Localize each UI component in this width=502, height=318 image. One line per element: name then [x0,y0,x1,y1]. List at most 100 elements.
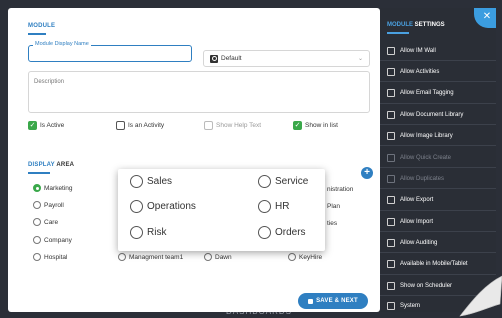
layout-icon [210,54,218,63]
setting-label: Available in Mobile/Tablet [400,261,468,267]
setting-allow-activities[interactable]: Allow Activities [380,68,496,76]
display-area-partial-label: nistration [327,186,354,193]
display-area-option-care[interactable]: Care [33,218,58,226]
display-area-underline [28,172,50,174]
setting-allow-document-library[interactable]: Allow Document Library [380,111,496,119]
setting-label: Allow IM Wall [400,48,436,54]
checkbox-box-icon [204,121,213,130]
checkbox-box-icon [387,218,395,226]
setting-available-in-mobile-tablet[interactable]: Available in Mobile/Tablet [380,260,496,268]
display-area-option-keyhire[interactable]: KeyHire [288,253,322,261]
display-area-option-label: Company [44,236,72,244]
show-in-list-checkbox[interactable]: ✓ Show in list [293,121,338,130]
save-and-next-label: SAVE & NEXT [316,298,358,304]
popup-option-sales[interactable]: Sales [130,175,172,188]
display-area-option-label: Hospital [44,253,68,261]
module-section-label: MODULE [28,23,55,29]
setting-label: System [400,303,421,309]
display-area-label-prefix: DISPLAY [28,162,55,168]
settings-title-underline [387,32,409,34]
display-area-section-label: DISPLAY AREA [28,162,74,168]
setting-label: Allow Quick Create [400,155,452,161]
save-and-next-button[interactable]: SAVE & NEXT [298,293,368,309]
display-area-option-label: Marketing [44,184,73,192]
checkbox-box-icon [116,121,125,130]
setting-allow-duplicates[interactable]: Allow Duplicates [380,175,496,183]
setting-allow-import[interactable]: Allow Import [380,218,496,226]
display-area-option-managment-team1[interactable]: Managment team1 [118,253,183,261]
radio-icon [258,226,271,239]
settings-divider [380,145,496,146]
setting-label: Allow Export [400,197,434,203]
is-an-activity-checkbox[interactable]: Is an Activity [116,121,164,130]
popup-option-service[interactable]: Service [258,175,308,188]
radio-icon [33,218,41,226]
page-curl-icon [456,274,502,318]
display-area-option-hospital[interactable]: Hospital [33,253,67,261]
popup-option-label: Risk [147,227,167,238]
popup-option-label: Sales [147,176,173,187]
checkbox-box-icon [387,260,395,268]
add-display-area-button[interactable]: + [361,167,373,179]
settings-divider [380,81,496,82]
radio-icon [288,253,296,261]
checkbox-box-icon [387,68,395,76]
show-help-text-checkbox[interactable]: Show Help Text [204,121,261,130]
check-icon: ✓ [293,121,302,130]
settings-divider [380,167,496,168]
radio-icon [130,226,143,239]
setting-allow-image-library[interactable]: Allow Image Library [380,132,496,140]
checkbox-box-icon [387,89,395,97]
module-section-text: MODULE [28,23,56,29]
display-area-option-dawn[interactable]: Dawn [204,253,232,261]
checkbox-box-icon [387,175,395,183]
module-display-name-label: Module Display Name [33,41,91,47]
setting-label: Allow Import [400,219,434,225]
radio-icon [130,200,143,213]
setting-allow-auditing[interactable]: Allow Auditing [380,239,496,247]
setting-allow-im-wall[interactable]: Allow IM Wall [380,47,496,55]
description-placeholder: Description [34,79,65,85]
display-area-option-label: Payroll [44,201,64,209]
radio-icon [33,236,41,244]
show-in-list-label: Show in list [305,122,338,129]
description-textarea[interactable]: Description [28,71,370,113]
display-area-option-company[interactable]: Company [33,236,72,244]
chevron-down-icon: ⌄ [357,56,363,62]
save-icon [308,298,314,304]
display-area-option-payroll[interactable]: Payroll [33,201,64,209]
display-area-label-suffix: AREA [54,162,75,168]
display-area-partial-label: Plan [327,203,341,210]
default-select[interactable]: Default ⌄ [203,50,370,67]
default-select-value: Default [221,55,242,62]
settings-divider [380,231,496,232]
display-area-option-marketing[interactable]: Marketing [33,184,73,192]
is-active-checkbox[interactable]: ✓ Is Active [28,121,64,130]
module-section-underline [28,33,46,35]
popup-option-hr[interactable]: HR [258,200,289,213]
setting-label: Allow Activities [400,69,440,75]
settings-divider [380,124,496,125]
setting-allow-email-tagging[interactable]: Allow Email Tagging [380,89,496,97]
check-icon: ✓ [28,121,37,130]
module-display-name-field[interactable]: Module Display Name [28,41,192,62]
settings-title-suffix: SETTINGS [413,22,445,28]
radio-icon [33,201,41,209]
popup-option-label: HR [275,201,290,212]
popup-option-orders[interactable]: Orders [258,226,306,239]
module-settings-title: MODULE SETTINGS [387,22,445,28]
settings-divider [380,252,496,253]
setting-allow-quick-create[interactable]: Allow Quick Create [380,154,496,162]
category-popup: Sales Service Operations HR Risk Orders [118,169,325,251]
popup-option-risk[interactable]: Risk [130,226,166,239]
is-an-activity-label: Is an Activity [128,122,165,129]
setting-label: Allow Image Library [400,133,453,139]
checkbox-box-icon [387,47,395,55]
radio-icon [258,175,271,188]
settings-divider [380,103,496,104]
popup-option-operations[interactable]: Operations [130,200,196,213]
checkbox-box-icon [387,196,395,204]
display-area-option-label: KeyHire [299,253,323,261]
setting-allow-export[interactable]: Allow Export [380,196,496,204]
close-icon[interactable]: ✕ [474,8,496,28]
